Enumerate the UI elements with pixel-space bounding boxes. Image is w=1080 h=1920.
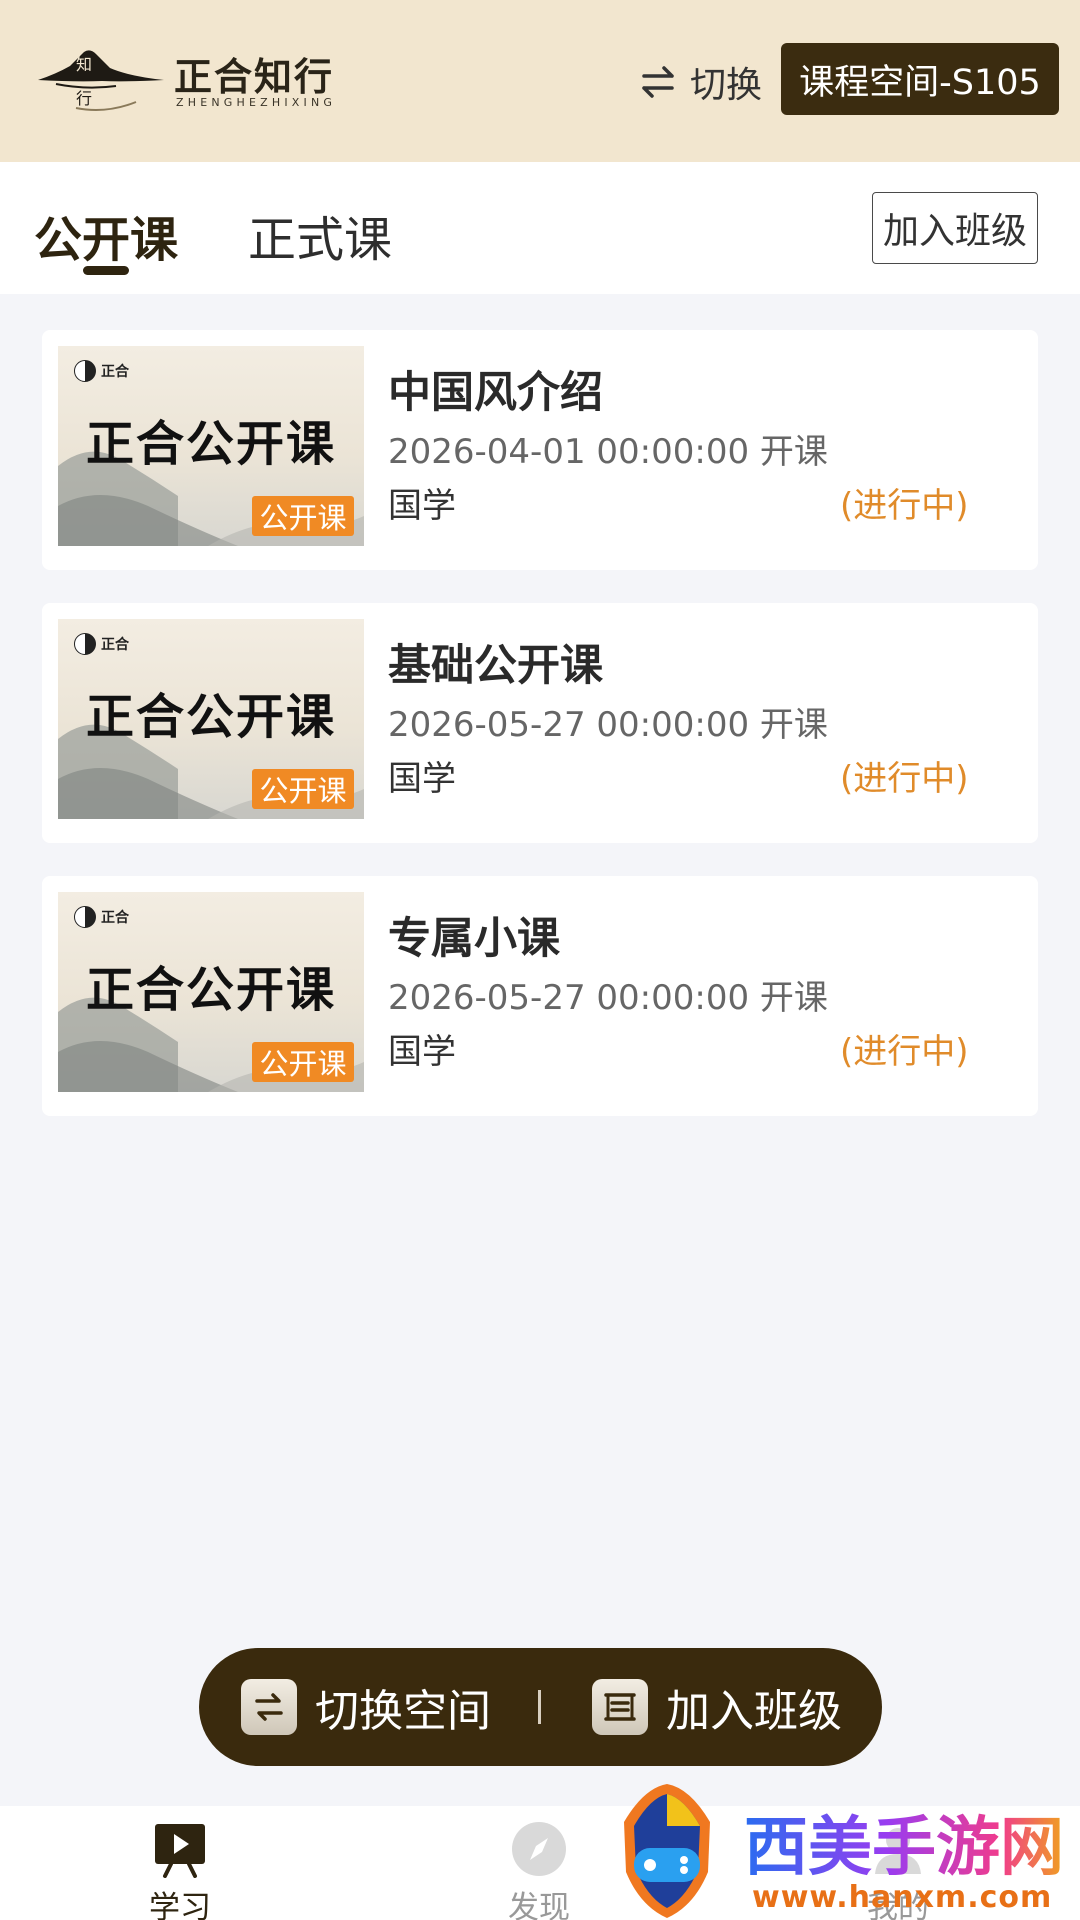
site-watermark: 西美手游网 www.hanxm.com — [604, 1778, 1080, 1920]
svg-text:知: 知 — [76, 55, 92, 74]
action-divider — [538, 1690, 541, 1724]
course-thumbnail: 正合 正合公开课 公开课 — [58, 892, 364, 1092]
course-status: (进行中) — [840, 1032, 969, 1072]
play-board-icon — [155, 1824, 205, 1878]
course-category: 国学 — [388, 1032, 456, 1072]
course-start-time: 2026-04-01 00:00:00 开课 — [388, 432, 828, 472]
thumbnail-brand: 正合 — [74, 633, 129, 655]
watermark-title: 西美手游网 — [744, 1796, 1064, 1888]
course-category: 国学 — [388, 486, 456, 526]
course-start-time: 2026-05-27 00:00:00 开课 — [388, 705, 828, 745]
brand-logo: 知 行 正合知行 ZHENGHEZHIXING — [36, 40, 366, 120]
svg-text:行: 行 — [76, 89, 92, 108]
watermark-url: www.hanxm.com — [752, 1880, 1053, 1915]
nav-label-study: 学习 — [149, 1890, 211, 1920]
thumbnail-brand: 正合 — [74, 360, 129, 382]
course-title: 专属小课 — [388, 914, 560, 964]
course-title: 中国风介绍 — [388, 368, 603, 418]
course-card[interactable]: 正合 正合公开课 公开课 专属小课 2026-05-27 00:00:00 开课… — [42, 876, 1038, 1116]
course-thumbnail: 正合 正合公开课 公开课 — [58, 346, 364, 546]
course-status: (进行中) — [840, 759, 969, 799]
course-tabs: 公开课 正式课 加入班级 — [0, 162, 1080, 294]
thumbnail-tag: 公开课 — [252, 496, 354, 536]
app-header: 知 行 正合知行 ZHENGHEZHIXING 切换 课程空间-S105 — [0, 0, 1080, 162]
course-space-badge[interactable]: 课程空间-S105 — [781, 43, 1059, 115]
course-card[interactable]: 正合 正合公开课 公开课 中国风介绍 2026-04-01 00:00:00 开… — [42, 330, 1038, 570]
yin-yang-icon — [74, 633, 96, 655]
join-class-action-button[interactable]: 加入班级 — [592, 1648, 842, 1766]
course-category: 国学 — [388, 759, 456, 799]
tab-formal-course[interactable]: 正式课 — [248, 200, 392, 270]
course-start-time: 2026-05-27 00:00:00 开课 — [388, 978, 828, 1018]
active-tab-indicator — [83, 266, 129, 275]
join-class-label: 加入班级 — [666, 1686, 842, 1737]
switch-label: 切换 — [690, 65, 763, 106]
course-status: (进行中) — [840, 486, 969, 526]
course-thumbnail: 正合 正合公开课 公开课 — [58, 619, 364, 819]
gamepad-shield-logo-icon — [624, 1784, 710, 1918]
thumbnail-title: 正合公开课 — [85, 416, 336, 472]
thumbnail-title: 正合公开课 — [85, 689, 336, 745]
switch-space-icon — [241, 1679, 297, 1735]
thumbnail-tag: 公开课 — [252, 1042, 354, 1082]
swap-arrows-icon — [642, 66, 674, 98]
switch-space-button[interactable]: 切换空间 — [241, 1648, 491, 1766]
course-card[interactable]: 正合 正合公开课 公开课 基础公开课 2026-05-27 00:00:00 开… — [42, 603, 1038, 843]
logo-title: 正合知行 — [174, 55, 335, 99]
tab-public-course[interactable]: 公开课 — [34, 200, 178, 270]
mountain-logo-icon: 知 行 — [38, 50, 164, 111]
logo-subtitle: ZHENGHEZHIXING — [176, 96, 337, 109]
class-board-icon — [592, 1679, 648, 1735]
yin-yang-icon — [74, 360, 96, 382]
floating-action-bar: 切换空间 加入班级 — [199, 1648, 882, 1766]
switch-space-link[interactable]: 切换 — [638, 54, 762, 110]
thumbnail-tag: 公开课 — [252, 769, 354, 809]
nav-label-discover: 发现 — [508, 1890, 570, 1920]
thumbnail-title: 正合公开课 — [85, 962, 336, 1018]
course-title: 基础公开课 — [388, 641, 603, 691]
join-class-button[interactable]: 加入班级 — [872, 192, 1038, 264]
yin-yang-icon — [74, 906, 96, 928]
nav-item-study[interactable]: 学习 — [100, 1806, 260, 1920]
compass-icon — [512, 1822, 566, 1876]
switch-space-label: 切换空间 — [315, 1686, 491, 1737]
nav-item-discover[interactable]: 发现 — [459, 1806, 619, 1920]
thumbnail-brand: 正合 — [74, 906, 129, 928]
